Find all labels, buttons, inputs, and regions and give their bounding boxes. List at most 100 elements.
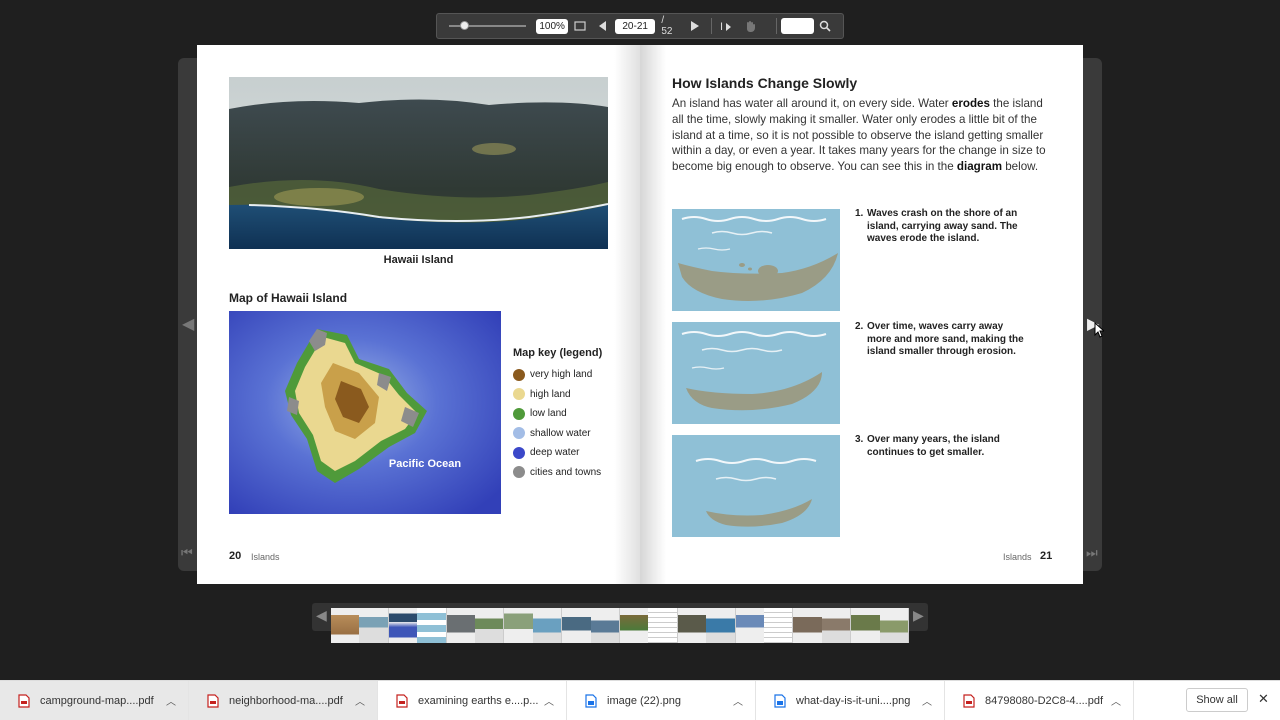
body-paragraph: An island has water all around it, on ev… (672, 96, 1054, 175)
viewer-toolbar: 100% 20-21 / 52 I (436, 13, 844, 39)
download-filename: image (22).png (607, 694, 681, 707)
pdf-file-icon (963, 693, 975, 708)
page-number-field[interactable]: 20-21 (615, 18, 656, 34)
zoom-level-field[interactable]: 100% (535, 18, 569, 34)
legend-label: deep water (530, 447, 580, 459)
thumbnail-half (475, 608, 504, 643)
chevron-up-icon[interactable]: ︿ (922, 693, 932, 708)
zoom-slider-knob[interactable] (459, 21, 469, 30)
fit-page-icon[interactable] (571, 17, 588, 35)
erosion-diagram-step-2 (672, 322, 840, 424)
pdf-file-icon (207, 693, 219, 708)
download-filename: campground-map....pdf (40, 694, 154, 707)
chevron-up-icon[interactable]: ︿ (544, 693, 554, 708)
thumbnail-half (706, 608, 735, 643)
thumbnail-half (619, 608, 649, 643)
legend-swatch (513, 407, 525, 420)
hawaii-island-photo (229, 77, 608, 249)
legend-swatch (513, 466, 525, 479)
legend-label: low land (530, 408, 567, 420)
legend-swatch (513, 388, 525, 401)
pdf-file-icon (18, 693, 30, 708)
thumbnail-half (879, 608, 908, 643)
thumbnail-half (388, 608, 418, 643)
last-page-icon[interactable]: ⏭ (1086, 545, 1098, 561)
chevron-up-icon[interactable]: ︿ (1111, 693, 1121, 708)
legend-title: Map key (legend) (513, 347, 603, 359)
thumbnail-list (331, 608, 909, 643)
download-item[interactable]: neighborhood-ma....pdf ︿ (189, 680, 378, 720)
diagram-step-3: 3. Over many years, the island continues … (855, 434, 1035, 459)
erosion-diagram-step-3 (672, 435, 840, 537)
legend-label: high land (530, 388, 571, 400)
download-filename: examining earths e....p... (418, 694, 538, 707)
spine-shadow (640, 45, 666, 584)
step-text: Waves crash on the shore of an island, c… (867, 208, 1018, 245)
previous-page-arrow-icon[interactable]: ◀ (182, 314, 194, 334)
next-page-icon[interactable] (686, 17, 703, 35)
page-total: / 52 (661, 15, 673, 37)
page-thumbnail[interactable] (735, 608, 794, 643)
download-item[interactable]: what-day-is-it-uni....png ︿ (756, 680, 945, 720)
legend-item: low land (513, 404, 602, 424)
thumbnail-half (446, 608, 475, 643)
text-select-icon[interactable]: I (719, 17, 736, 35)
page-thumbnail[interactable] (388, 608, 447, 643)
legend-item: cities and towns (513, 463, 602, 483)
hand-tool-icon[interactable] (742, 17, 759, 35)
download-item[interactable]: examining earths e....p... ︿ (378, 680, 567, 720)
page-thumbnail[interactable] (504, 608, 563, 643)
svg-text:I: I (720, 21, 723, 32)
image-file-icon (774, 693, 786, 708)
thumbnail-half (532, 608, 562, 643)
legend-item: shallow water (513, 424, 602, 444)
page-thumbnail[interactable] (562, 608, 620, 643)
close-downloads-icon[interactable]: ✕ (1258, 691, 1269, 707)
thumbnail-half (735, 608, 764, 643)
download-item[interactable]: 84798080-D2C8-4....pdf ︿ (945, 680, 1134, 720)
page-thumbnail[interactable] (793, 608, 852, 643)
page-thumbnail[interactable] (851, 608, 909, 643)
chevron-up-icon[interactable]: ︿ (166, 693, 176, 708)
mouse-cursor-icon (1094, 321, 1106, 343)
page-thumbnail[interactable] (446, 608, 505, 643)
download-item[interactable]: campground-map....pdf ︿ (0, 680, 189, 720)
thumbnail-half (648, 608, 677, 643)
previous-page-icon[interactable] (595, 17, 612, 35)
thumbnail-half (677, 608, 707, 643)
show-all-button[interactable]: Show all (1186, 688, 1248, 712)
thumbnails-next-icon[interactable]: ▶ (913, 607, 924, 624)
search-input[interactable] (781, 18, 814, 34)
step-number: 1. (855, 208, 864, 219)
term-erodes: erodes (951, 97, 990, 110)
book-page-right: How Islands Change Slowly An island has … (640, 45, 1083, 584)
first-page-icon[interactable]: ⏮ (181, 545, 193, 561)
download-filename: what-day-is-it-uni....png (796, 694, 911, 707)
search-icon[interactable] (817, 17, 834, 35)
thumbnail-half (763, 608, 793, 643)
legend-label: very high land (530, 369, 593, 381)
download-item[interactable]: image (22).png ︿ (567, 680, 756, 720)
toolbar-divider (710, 18, 712, 34)
map-ocean-label: Pacific Ocean (389, 458, 461, 470)
page-thumbnail[interactable] (619, 608, 678, 643)
page-number: 21 (1040, 550, 1053, 562)
thumbnails-prev-icon[interactable]: ◀ (316, 607, 327, 624)
page-section-label: Islands (1003, 552, 1032, 562)
chevron-up-icon[interactable]: ︿ (355, 693, 365, 708)
zoom-slider[interactable] (449, 13, 526, 39)
page-thumbnail[interactable] (677, 608, 736, 643)
thumbnail-half (417, 608, 446, 643)
thumbnail-half (821, 608, 851, 643)
erosion-diagram-step-1 (672, 209, 840, 311)
thumbnail-half (331, 608, 360, 643)
legend-swatch (513, 446, 525, 459)
page-thumbnail[interactable] (331, 608, 389, 643)
page-section-label: Islands (251, 552, 280, 562)
image-file-icon (585, 693, 597, 708)
book-page-left: Hawaii Island Map of Hawaii Island Pacif… (197, 45, 640, 584)
legend-item: high land (513, 385, 602, 405)
thumbnail-half (359, 608, 388, 643)
thumbnail-half (504, 608, 533, 643)
chevron-up-icon[interactable]: ︿ (733, 693, 743, 708)
